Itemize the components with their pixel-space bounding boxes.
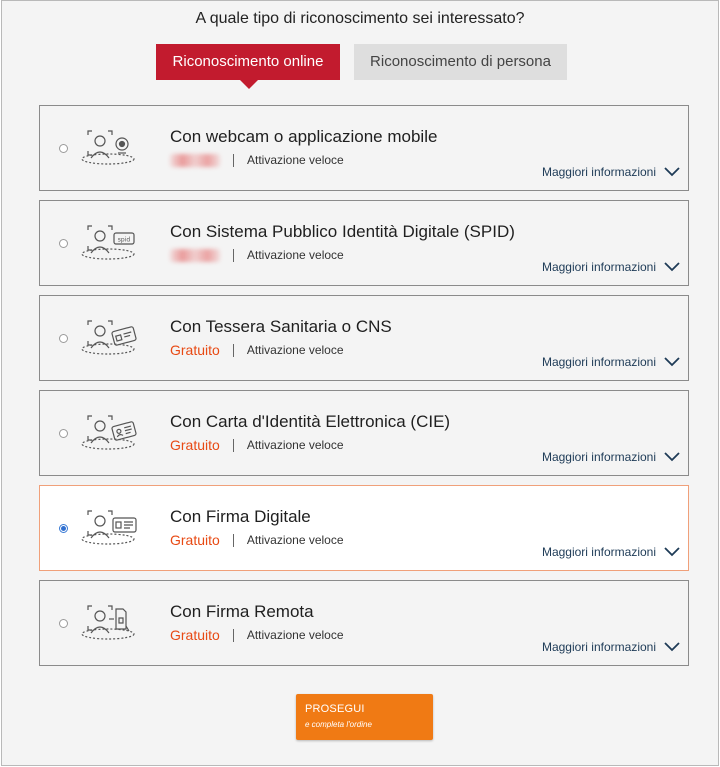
separator xyxy=(232,438,234,452)
option-title: Con Sistema Pubblico Identità Digitale (… xyxy=(170,222,515,241)
price-label: Gratuito xyxy=(170,342,220,358)
more-info-link[interactable]: Maggiori informazioni xyxy=(542,165,680,179)
activation-speed: Attivazione veloce xyxy=(246,533,344,547)
activation-speed: Attivazione veloce xyxy=(246,438,344,452)
option-title: Con webcam o applicazione mobile xyxy=(170,127,438,146)
option-title: Con Tessera Sanitaria o CNS xyxy=(170,317,392,336)
proceed-button[interactable]: PROSEGUI e completa l'ordine xyxy=(296,694,433,740)
option-subline: Gratuito Attivazione veloce xyxy=(170,626,344,644)
chevron-down-icon xyxy=(664,167,680,177)
tab-online-recognition[interactable]: Riconoscimento online xyxy=(156,44,340,89)
more-info-link[interactable]: Maggiori informazioni xyxy=(542,545,680,559)
more-info-label: Maggiori informazioni xyxy=(541,450,656,464)
option-subline: Attivazione veloce xyxy=(170,151,344,169)
option-subline: Attivazione veloce xyxy=(170,246,344,264)
option-radio[interactable] xyxy=(59,144,68,153)
separator xyxy=(232,533,234,547)
separator xyxy=(233,248,234,262)
health-card-icon xyxy=(81,320,137,355)
tab-in-person-recognition[interactable]: Riconoscimento di persona xyxy=(354,44,567,80)
spid-icon: spid xyxy=(81,225,135,260)
more-info-label: Maggiori informazioni xyxy=(541,640,656,654)
option-radio[interactable] xyxy=(59,334,68,343)
option-title: Con Firma Remota xyxy=(170,602,314,621)
activation-speed: Attivazione veloce xyxy=(246,628,344,642)
option-title: Con Firma Digitale xyxy=(170,507,311,526)
more-info-label: Maggiori informazioni xyxy=(541,165,656,179)
more-info-link[interactable]: Maggiori informazioni xyxy=(542,450,680,464)
chevron-down-icon xyxy=(664,547,680,557)
option-webcam[interactable]: Con webcam o applicazione mobile Attivaz… xyxy=(39,105,689,191)
option-subline: Gratuito Attivazione veloce xyxy=(170,436,344,454)
chevron-down-icon xyxy=(664,642,680,652)
option-title: Con Carta d'Identità Elettronica (CIE) xyxy=(170,412,451,431)
price-label: Gratuito xyxy=(170,437,220,453)
option-digital-signature[interactable]: Con Firma Digitale Gratuito Attivazione … xyxy=(39,485,689,571)
option-radio[interactable] xyxy=(59,619,68,628)
price-redacted xyxy=(170,153,220,167)
option-radio-selected[interactable] xyxy=(59,524,68,533)
webcam-icon xyxy=(81,130,135,165)
proceed-label: PROSEGUI xyxy=(305,703,365,715)
chevron-down-icon xyxy=(664,262,680,272)
more-info-label: Maggiori informazioni xyxy=(541,545,656,559)
more-info-label: Maggiori informazioni xyxy=(541,260,656,274)
option-radio[interactable] xyxy=(59,429,68,438)
more-info-label: Maggiori informazioni xyxy=(541,355,656,369)
activation-speed: Attivazione veloce xyxy=(247,248,344,262)
more-info-link[interactable]: Maggiori informazioni xyxy=(542,640,680,654)
price-label: Gratuito xyxy=(170,627,220,643)
price-label: Gratuito xyxy=(170,532,220,548)
separator xyxy=(232,628,234,642)
option-remote-signature[interactable]: Con Firma Remota Gratuito Attivazione ve… xyxy=(39,580,689,666)
page-frame: A quale tipo di riconoscimento sei inter… xyxy=(1,0,719,766)
remote-signature-icon xyxy=(81,605,135,640)
activation-speed: Attivazione veloce xyxy=(246,343,344,357)
id-card-icon xyxy=(81,415,137,450)
option-subline: Gratuito Attivazione veloce xyxy=(170,531,344,549)
price-redacted xyxy=(170,248,220,262)
proceed-sublabel: e completa l'ordine xyxy=(305,720,372,729)
option-cie[interactable]: Con Carta d'Identità Elettronica (CIE) G… xyxy=(39,390,689,476)
separator xyxy=(233,153,234,167)
page-title: A quale tipo di riconoscimento sei inter… xyxy=(195,10,525,27)
activation-speed: Attivazione veloce xyxy=(247,153,344,167)
option-spid[interactable]: spid Con Sistema Pubblico Identità Digit… xyxy=(39,200,689,286)
signature-card-icon xyxy=(81,510,137,545)
chevron-down-icon xyxy=(664,452,680,462)
option-health-card[interactable]: Con Tessera Sanitaria o CNS Gratuito Att… xyxy=(39,295,689,381)
more-info-link[interactable]: Maggiori informazioni xyxy=(542,355,680,369)
separator xyxy=(232,343,234,357)
option-radio[interactable] xyxy=(59,239,68,248)
more-info-link[interactable]: Maggiori informazioni xyxy=(542,260,680,274)
svg-text:spid: spid xyxy=(118,237,131,244)
chevron-down-icon xyxy=(664,357,680,367)
option-subline: Gratuito Attivazione veloce xyxy=(170,341,344,359)
